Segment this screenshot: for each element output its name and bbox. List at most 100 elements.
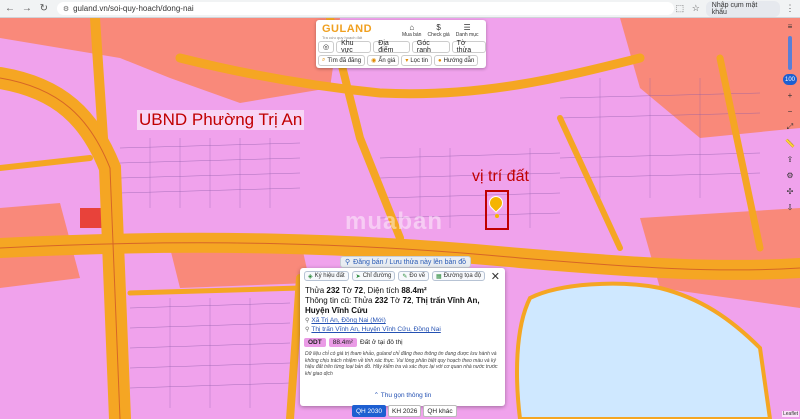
download-icon[interactable]: ⇩ <box>784 201 796 213</box>
home-icon: ⌂ <box>409 23 415 32</box>
address-new-link[interactable]: ⚲ Xã Trị An, Đồng Nai (Mới) <box>305 317 386 324</box>
legend-icon: ◈ <box>308 273 313 280</box>
top-tool-label: Mua bán <box>402 32 422 38</box>
save-parcel-label: Đăng bán / Lưu thửa này lên bản đồ <box>353 258 467 266</box>
chip-duong-toa-do[interactable]: ▦ Đường tọa độ <box>432 271 486 281</box>
measure-icon: ✎ <box>402 273 408 280</box>
filter-tim-da-dang[interactable]: ⌕ Tìm đã đăng <box>318 55 366 66</box>
thua-value: 232 <box>326 286 340 295</box>
layers-icon[interactable]: ≡ <box>784 20 796 32</box>
password-manager-pill[interactable]: Nhập cụm mật khẩu <box>705 0 781 17</box>
menu-icon: ☰ <box>463 23 471 32</box>
map-attribution[interactable]: Leaflet <box>782 411 800 417</box>
top-tool-danh-muc[interactable]: ☰ Danh mục <box>456 23 479 38</box>
chip-ky-hieu-dat[interactable]: ◈ Ký hiệu đất <box>304 271 349 281</box>
area-value: 88.4m² <box>401 286 427 295</box>
tab-goc-ranh[interactable]: Góc ranh <box>411 40 450 54</box>
help-icon: ● <box>438 57 442 64</box>
old-to: 72 <box>402 296 412 305</box>
bookmark-icon[interactable]: ☆ <box>690 3 702 14</box>
extensions-icon[interactable]: ⬚ <box>674 3 686 14</box>
guland-logo[interactable]: GULAND Tra cứu quy hoạch đất <box>322 23 372 40</box>
old-thua: 232 <box>374 296 389 305</box>
disclaimer-text: Dữ liệu chỉ có giá trị tham khảo, guland… <box>305 351 498 377</box>
zoom-slider[interactable] <box>788 36 792 70</box>
top-tool-label: Check giá <box>427 32 450 38</box>
filter-an-gia[interactable]: ◉ Ẩn giá <box>367 55 400 66</box>
zoom-level-badge: 100 <box>783 74 797 85</box>
plan-qh-khac[interactable]: QH khác <box>423 405 457 417</box>
dollar-icon: $ <box>436 23 441 32</box>
filter-label: Tìm đã đăng <box>327 57 362 64</box>
top-tool-check-gia[interactable]: $ Check giá <box>427 23 449 38</box>
address-old: Thị trấn Vĩnh An, Huyện Vĩnh Cửu, Đồng N… <box>311 326 441 333</box>
chip-label: Đo vẽ <box>409 273 426 279</box>
parcel-info-card: ◈ Ký hiệu đất ➤ Chỉ đường ✎ Đo vẽ ▦ Đường tọ… <box>300 268 505 406</box>
filter-label: Lọc tin <box>410 57 429 64</box>
chevron-up-icon: ⌃ <box>373 392 380 399</box>
thua-label: Thửa <box>305 286 325 295</box>
top-tool-mua-ban[interactable]: ⌂ Mua bán <box>402 23 421 38</box>
logo-text: GULAND <box>322 23 373 35</box>
land-code-badge: ODT <box>304 338 326 347</box>
watermark: muaban <box>345 208 444 235</box>
plan-kh-2026[interactable]: KH 2026 <box>388 405 422 417</box>
filter-huong-dan[interactable]: ● Hướng dẫn <box>434 55 479 66</box>
land-description: Đất ở tại đô thị <box>359 339 403 346</box>
fullscreen-icon[interactable]: ⤢ <box>784 121 796 133</box>
chip-do-ve[interactable]: ✎ Đo vẽ <box>398 271 430 281</box>
collapse-info-button[interactable]: ⌃ Thu gọn thông tin <box>300 391 505 399</box>
close-icon[interactable]: ✕ <box>491 270 500 283</box>
pin-icon: ⚲ <box>305 327 310 333</box>
site-info-icon[interactable]: ⚙ <box>63 5 69 13</box>
chip-label: Ký hiệu đất <box>314 273 345 279</box>
pin-shadow <box>495 214 499 218</box>
search-panel: GULAND Tra cứu quy hoạch đất ⌂ Mua bán $… <box>316 20 486 68</box>
parcel-old-info: Thông tin cũ: Thửa 232 Tờ 72, Thị trấn V… <box>305 296 480 315</box>
chip-label: Chỉ đường <box>362 273 392 279</box>
tab-dia-diem[interactable]: Địa điểm <box>373 40 410 54</box>
tab-to-thua[interactable]: Tờ thửa <box>451 40 486 54</box>
coordinate-icon: ▦ <box>436 273 442 280</box>
directions-icon: ➤ <box>355 273 361 280</box>
area-label: Diện tích <box>367 286 400 295</box>
filter-icon: ▾ <box>405 58 409 64</box>
filter-label: Ẩn giá <box>378 57 396 64</box>
plan-switcher: QH 2030 KH 2026 QH khác <box>352 405 457 417</box>
share-icon[interactable]: ⇪ <box>784 153 796 165</box>
map-side-toolbar: ≡ 100 + − ⤢ 📏 ⇪ ⚙ ✣ ⇩ <box>783 20 797 213</box>
collapse-label: Thu gọn thông tin <box>380 392 432 399</box>
forward-icon[interactable]: → <box>20 2 34 16</box>
ruler-icon[interactable]: 📏 <box>784 137 796 149</box>
more-icon[interactable]: ⋮ <box>784 3 796 14</box>
chip-label: Đường tọa độ <box>443 273 482 279</box>
url-text: guland.vn/soi-quy-hoach/dong-nai <box>73 4 194 13</box>
reload-icon[interactable]: ↻ <box>37 2 51 16</box>
save-parcel-button[interactable]: ⚲ Đăng bán / Lưu thửa này lên bản đồ <box>340 256 472 268</box>
plan-qh-2030[interactable]: QH 2030 <box>352 405 387 417</box>
label-location: vị trí đất <box>472 168 529 185</box>
zoom-out-icon[interactable]: − <box>784 105 796 117</box>
filter-loc-tin[interactable]: ▾ Lọc tin <box>401 55 433 66</box>
old-to-label: Tờ <box>390 296 401 305</box>
to-value: 72 <box>354 286 364 295</box>
compass-icon[interactable]: ✣ <box>784 185 796 197</box>
to-label: Tờ <box>341 286 352 295</box>
map-pin-icon: ⚲ <box>345 259 351 266</box>
top-tool-label: Danh mục <box>455 32 479 38</box>
land-area-badge: 88.4m² <box>328 338 357 347</box>
chip-chi-duong[interactable]: ➤ Chỉ đường <box>351 271 396 281</box>
label-ubnd: UBND Phường Trị An <box>137 110 305 130</box>
locate-icon[interactable]: ◎ <box>318 41 335 53</box>
address-old-link[interactable]: ⚲ Thị trấn Vĩnh An, Huyện Vĩnh Cửu, Đồng… <box>305 326 441 333</box>
back-icon[interactable]: ← <box>3 2 17 16</box>
zoom-in-icon[interactable]: + <box>784 89 796 101</box>
eye-icon: ◉ <box>371 58 377 64</box>
settings-icon[interactable]: ⚙ <box>784 169 796 181</box>
search-icon: ⌕ <box>322 57 326 63</box>
address-bar[interactable]: ⚙ guland.vn/soi-quy-hoach/dong-nai <box>56 2 674 15</box>
parcel-summary: Thửa 232 Tờ 72, Diện tích 88.4m² <box>305 286 427 295</box>
land-use-row: ODT 88.4m² Đất ở tại đô thị <box>304 338 403 347</box>
tab-khu-vuc[interactable]: Khu vực <box>336 40 372 54</box>
address-new: Xã Trị An, Đồng Nai (Mới) <box>311 317 386 324</box>
